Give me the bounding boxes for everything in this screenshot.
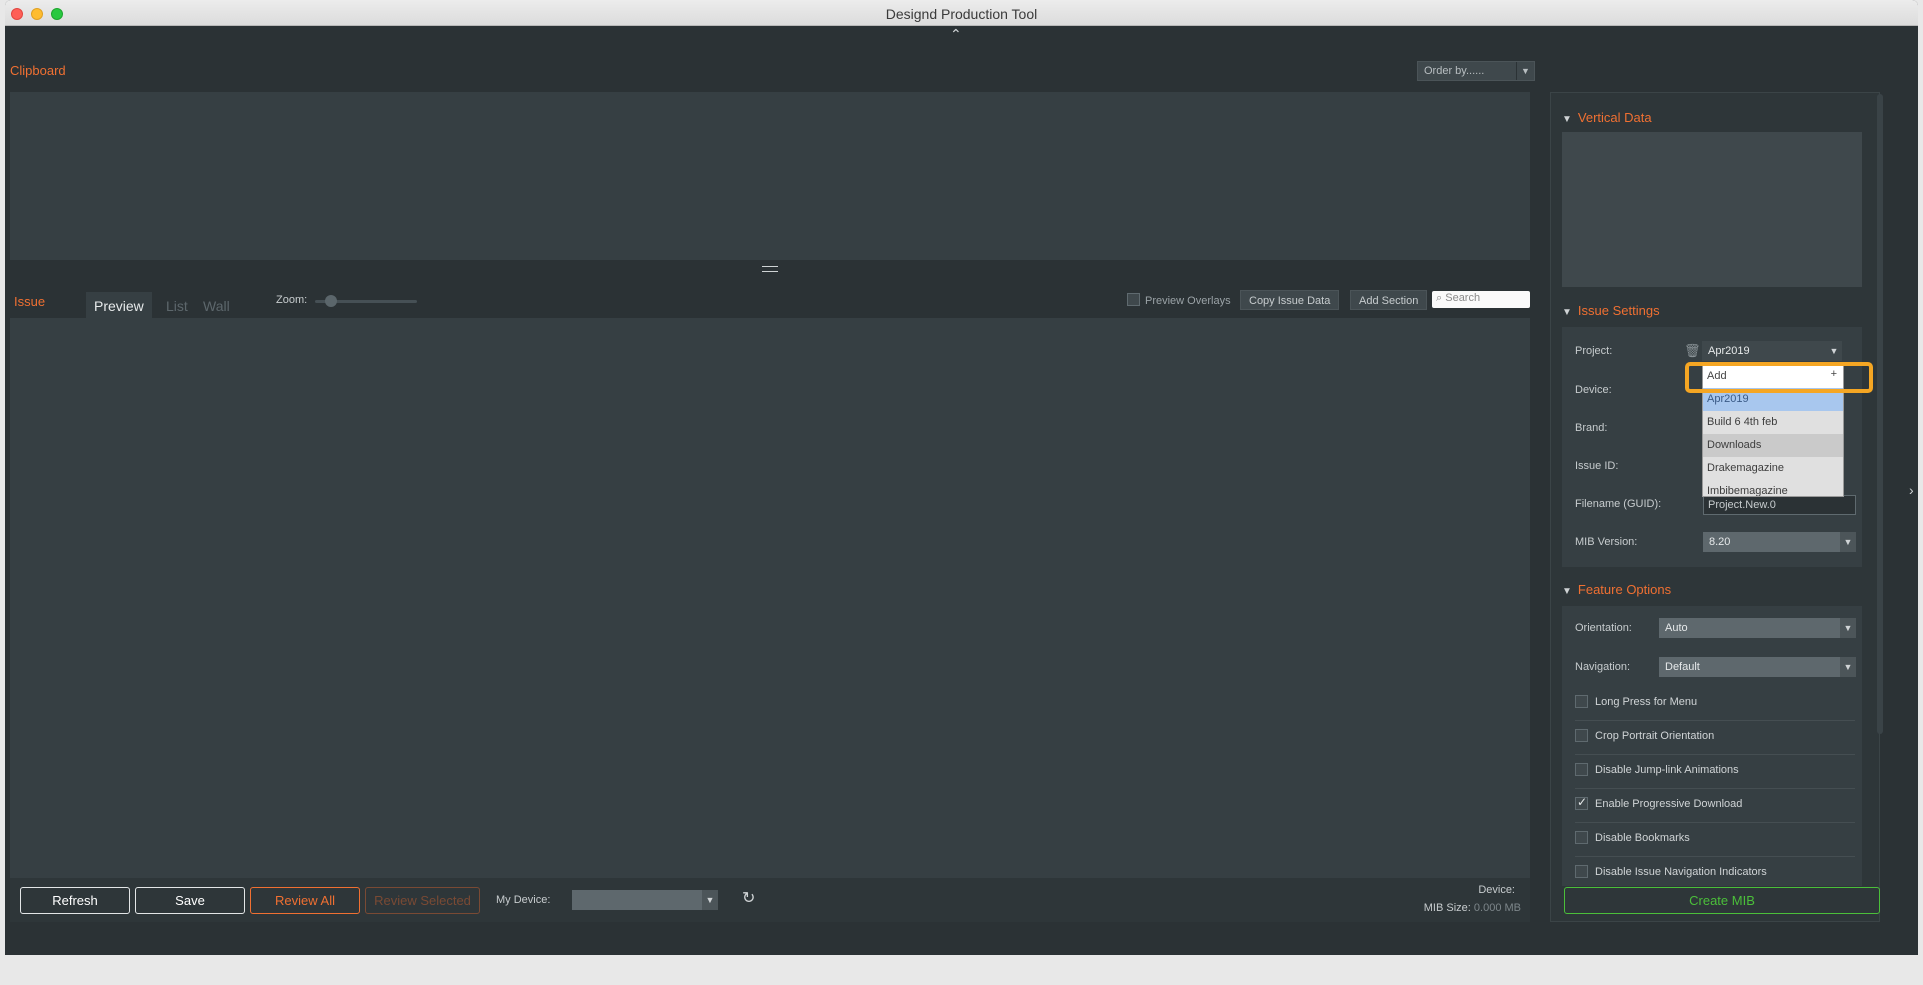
- tab-preview[interactable]: Preview: [86, 292, 152, 318]
- option-disable-jumplink[interactable]: Disable Jump-link Animations: [1575, 755, 1855, 789]
- chevron-down-icon: ▼: [1840, 532, 1856, 552]
- vertical-data-header[interactable]: ▼ Vertical Data: [1562, 110, 1652, 125]
- option-long-press-menu[interactable]: Long Press for Menu: [1575, 687, 1855, 721]
- mib-version-label: MIB Version:: [1575, 536, 1638, 548]
- dropdown-item[interactable]: Drakemagazine: [1703, 457, 1843, 480]
- my-device-label: My Device:: [496, 894, 551, 906]
- project-value: Apr2019: [1708, 345, 1750, 357]
- clipboard-label: Clipboard: [10, 63, 66, 78]
- disable-jumplink-checkbox[interactable]: [1575, 763, 1588, 776]
- triangle-down-icon: ▼: [1562, 307, 1572, 318]
- disable-bookmarks-checkbox[interactable]: [1575, 831, 1588, 844]
- option-label: Enable Progressive Download: [1595, 798, 1743, 810]
- crop-portrait-checkbox[interactable]: [1575, 729, 1588, 742]
- device-status-label: Device:: [1478, 884, 1515, 896]
- issue-preview-area[interactable]: [10, 318, 1530, 878]
- preview-overlays-label: Preview Overlays: [1145, 295, 1231, 307]
- chevron-down-icon: ▼: [1826, 341, 1842, 361]
- navigation-select[interactable]: Default ▼: [1659, 657, 1856, 677]
- add-section-button[interactable]: Add Section: [1350, 290, 1428, 310]
- orientation-label: Orientation:: [1575, 622, 1632, 634]
- my-device-select[interactable]: ▼: [572, 890, 718, 910]
- orientation-value: Auto: [1665, 622, 1688, 634]
- issue-id-label: Issue ID:: [1575, 460, 1619, 472]
- reload-icon[interactable]: ↻: [742, 888, 755, 908]
- create-mib-button[interactable]: Create MIB: [1564, 887, 1880, 914]
- option-disable-nav-indicators[interactable]: Disable Issue Navigation Indicators: [1575, 857, 1855, 879]
- option-label: Disable Jump-link Animations: [1595, 764, 1739, 776]
- highlight-annotation: [1685, 362, 1873, 393]
- vertical-data-area[interactable]: [1562, 132, 1862, 287]
- trash-icon[interactable]: 🗑: [1684, 343, 1701, 359]
- option-progressive-download[interactable]: Enable Progressive Download: [1575, 789, 1855, 823]
- chevron-up-icon[interactable]: ⌃: [950, 26, 962, 43]
- mib-size-readout: MIB Size: 0.000 MB: [1424, 902, 1521, 914]
- chevron-down-icon: ▼: [1516, 62, 1534, 80]
- zoom-label: Zoom:: [276, 294, 308, 306]
- title-bar: Designd Production Tool: [5, 0, 1918, 26]
- window-title: Designd Production Tool: [885, 6, 1038, 22]
- project-label: Project:: [1575, 345, 1613, 357]
- panel-scrollbar[interactable]: [1877, 94, 1883, 734]
- mib-version-value: 8.20: [1709, 536, 1731, 548]
- triangle-down-icon: ▼: [1562, 586, 1572, 597]
- feature-options-header[interactable]: ▼ Feature Options: [1562, 582, 1671, 597]
- dropdown-item[interactable]: Imbibemagazine: [1703, 480, 1843, 496]
- option-crop-portrait[interactable]: Crop Portrait Orientation: [1575, 721, 1855, 755]
- orientation-select[interactable]: Auto ▼: [1659, 618, 1856, 638]
- chevron-right-icon[interactable]: ›: [1909, 482, 1914, 498]
- device-label: Device:: [1575, 384, 1612, 396]
- progressive-download-checkbox[interactable]: [1575, 795, 1588, 810]
- dropdown-item[interactable]: Build 6 4th feb: [1703, 411, 1843, 434]
- project-select[interactable]: Apr2019 ▼: [1702, 341, 1842, 361]
- filename-label: Filename (GUID):: [1575, 498, 1662, 510]
- search-input[interactable]: ⌕ Search: [1432, 291, 1530, 308]
- navigation-value: Default: [1665, 661, 1700, 673]
- refresh-button[interactable]: Refresh: [20, 887, 130, 914]
- order-by-value: Order by......: [1424, 65, 1485, 77]
- preview-overlays-checkbox[interactable]: [1127, 293, 1140, 306]
- chevron-down-icon: ▼: [1840, 618, 1856, 638]
- tab-list[interactable]: List: [158, 292, 196, 318]
- option-disable-bookmarks[interactable]: Disable Bookmarks: [1575, 823, 1855, 857]
- mib-version-select[interactable]: 8.20 ▼: [1703, 532, 1856, 552]
- triangle-down-icon: ▼: [1562, 114, 1572, 125]
- disable-nav-indicators-checkbox[interactable]: [1575, 865, 1588, 878]
- mib-size-value: 0.000 MB: [1473, 902, 1521, 914]
- review-all-button[interactable]: Review All: [250, 887, 360, 914]
- search-placeholder: Search: [1445, 292, 1481, 304]
- filename-field[interactable]: Project.New.0: [1703, 495, 1856, 515]
- option-label: Disable Issue Navigation Indicators: [1595, 866, 1767, 878]
- chevron-down-icon: ▼: [1840, 657, 1856, 677]
- brand-label: Brand:: [1575, 422, 1608, 434]
- dropdown-item[interactable]: Downloads: [1703, 434, 1843, 457]
- status-strip: [5, 955, 1918, 980]
- long-press-menu-checkbox[interactable]: [1575, 695, 1588, 708]
- issue-settings-header[interactable]: ▼ Issue Settings: [1562, 303, 1660, 318]
- review-selected-button[interactable]: Review Selected: [365, 887, 480, 914]
- option-label: Disable Bookmarks: [1595, 832, 1690, 844]
- splitter-handle-icon[interactable]: [762, 266, 778, 272]
- search-icon: ⌕: [1436, 292, 1443, 304]
- navigation-label: Navigation:: [1575, 661, 1631, 673]
- zoom-slider-handle[interactable]: [325, 295, 337, 307]
- tab-wall[interactable]: Wall: [195, 292, 238, 318]
- copy-issue-data-button[interactable]: Copy Issue Data: [1240, 290, 1340, 310]
- clipboard-area[interactable]: [10, 92, 1530, 260]
- mib-size-label: MIB Size:: [1423, 902, 1471, 914]
- issue-label: Issue: [14, 294, 46, 309]
- chevron-down-icon: ▼: [702, 890, 718, 910]
- option-label: Long Press for Menu: [1595, 696, 1698, 708]
- option-label: Crop Portrait Orientation: [1595, 730, 1715, 742]
- save-button[interactable]: Save: [135, 887, 245, 914]
- order-by-select[interactable]: Order by...... ▼: [1417, 61, 1535, 81]
